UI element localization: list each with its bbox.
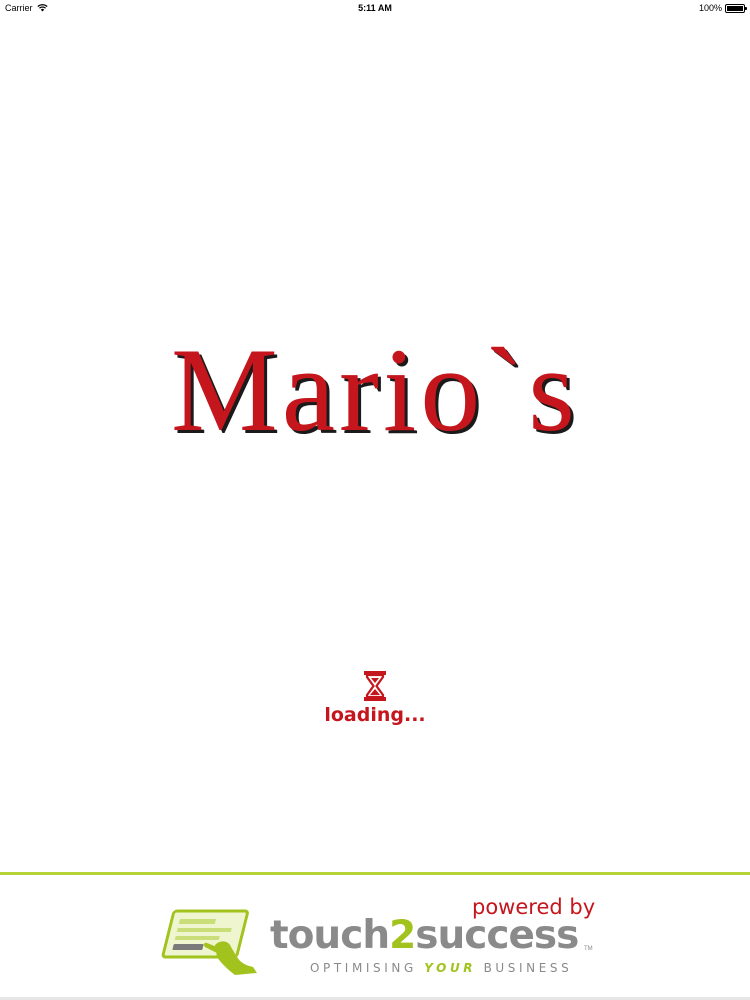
touch2success-wordmark: touch2success: [270, 913, 579, 958]
battery-percent: 100%: [698, 3, 722, 13]
status-bar-right: 100%: [698, 3, 747, 13]
wordmark-part1: touch: [270, 913, 390, 958]
brand-title: Mario`s: [171, 323, 579, 456]
battery-fill: [727, 5, 743, 11]
tagline-part2: BUSINESS: [476, 961, 573, 975]
battery-icon: [725, 3, 747, 13]
status-time: 5:11 AM: [358, 3, 392, 13]
loading-label: loading...: [324, 704, 426, 726]
wordmark-digit: 2: [389, 913, 416, 958]
tagline: OPTIMISING YOUR BUSINESS: [310, 961, 572, 975]
hourglass-icon: [364, 671, 386, 701]
tablet-card-icon: [161, 909, 257, 975]
loading-indicator: loading...: [0, 670, 750, 726]
tagline-part1: OPTIMISING: [310, 961, 425, 975]
status-bar: Carrier 5:11 AM 100%: [0, 0, 750, 16]
wordmark-part2: success: [415, 913, 579, 958]
touch2success-logo: powered by touch2success TM OPTIMISING Y…: [0, 875, 750, 1000]
tagline-highlight: YOUR: [424, 961, 477, 975]
trademark-mark: TM: [584, 946, 593, 952]
